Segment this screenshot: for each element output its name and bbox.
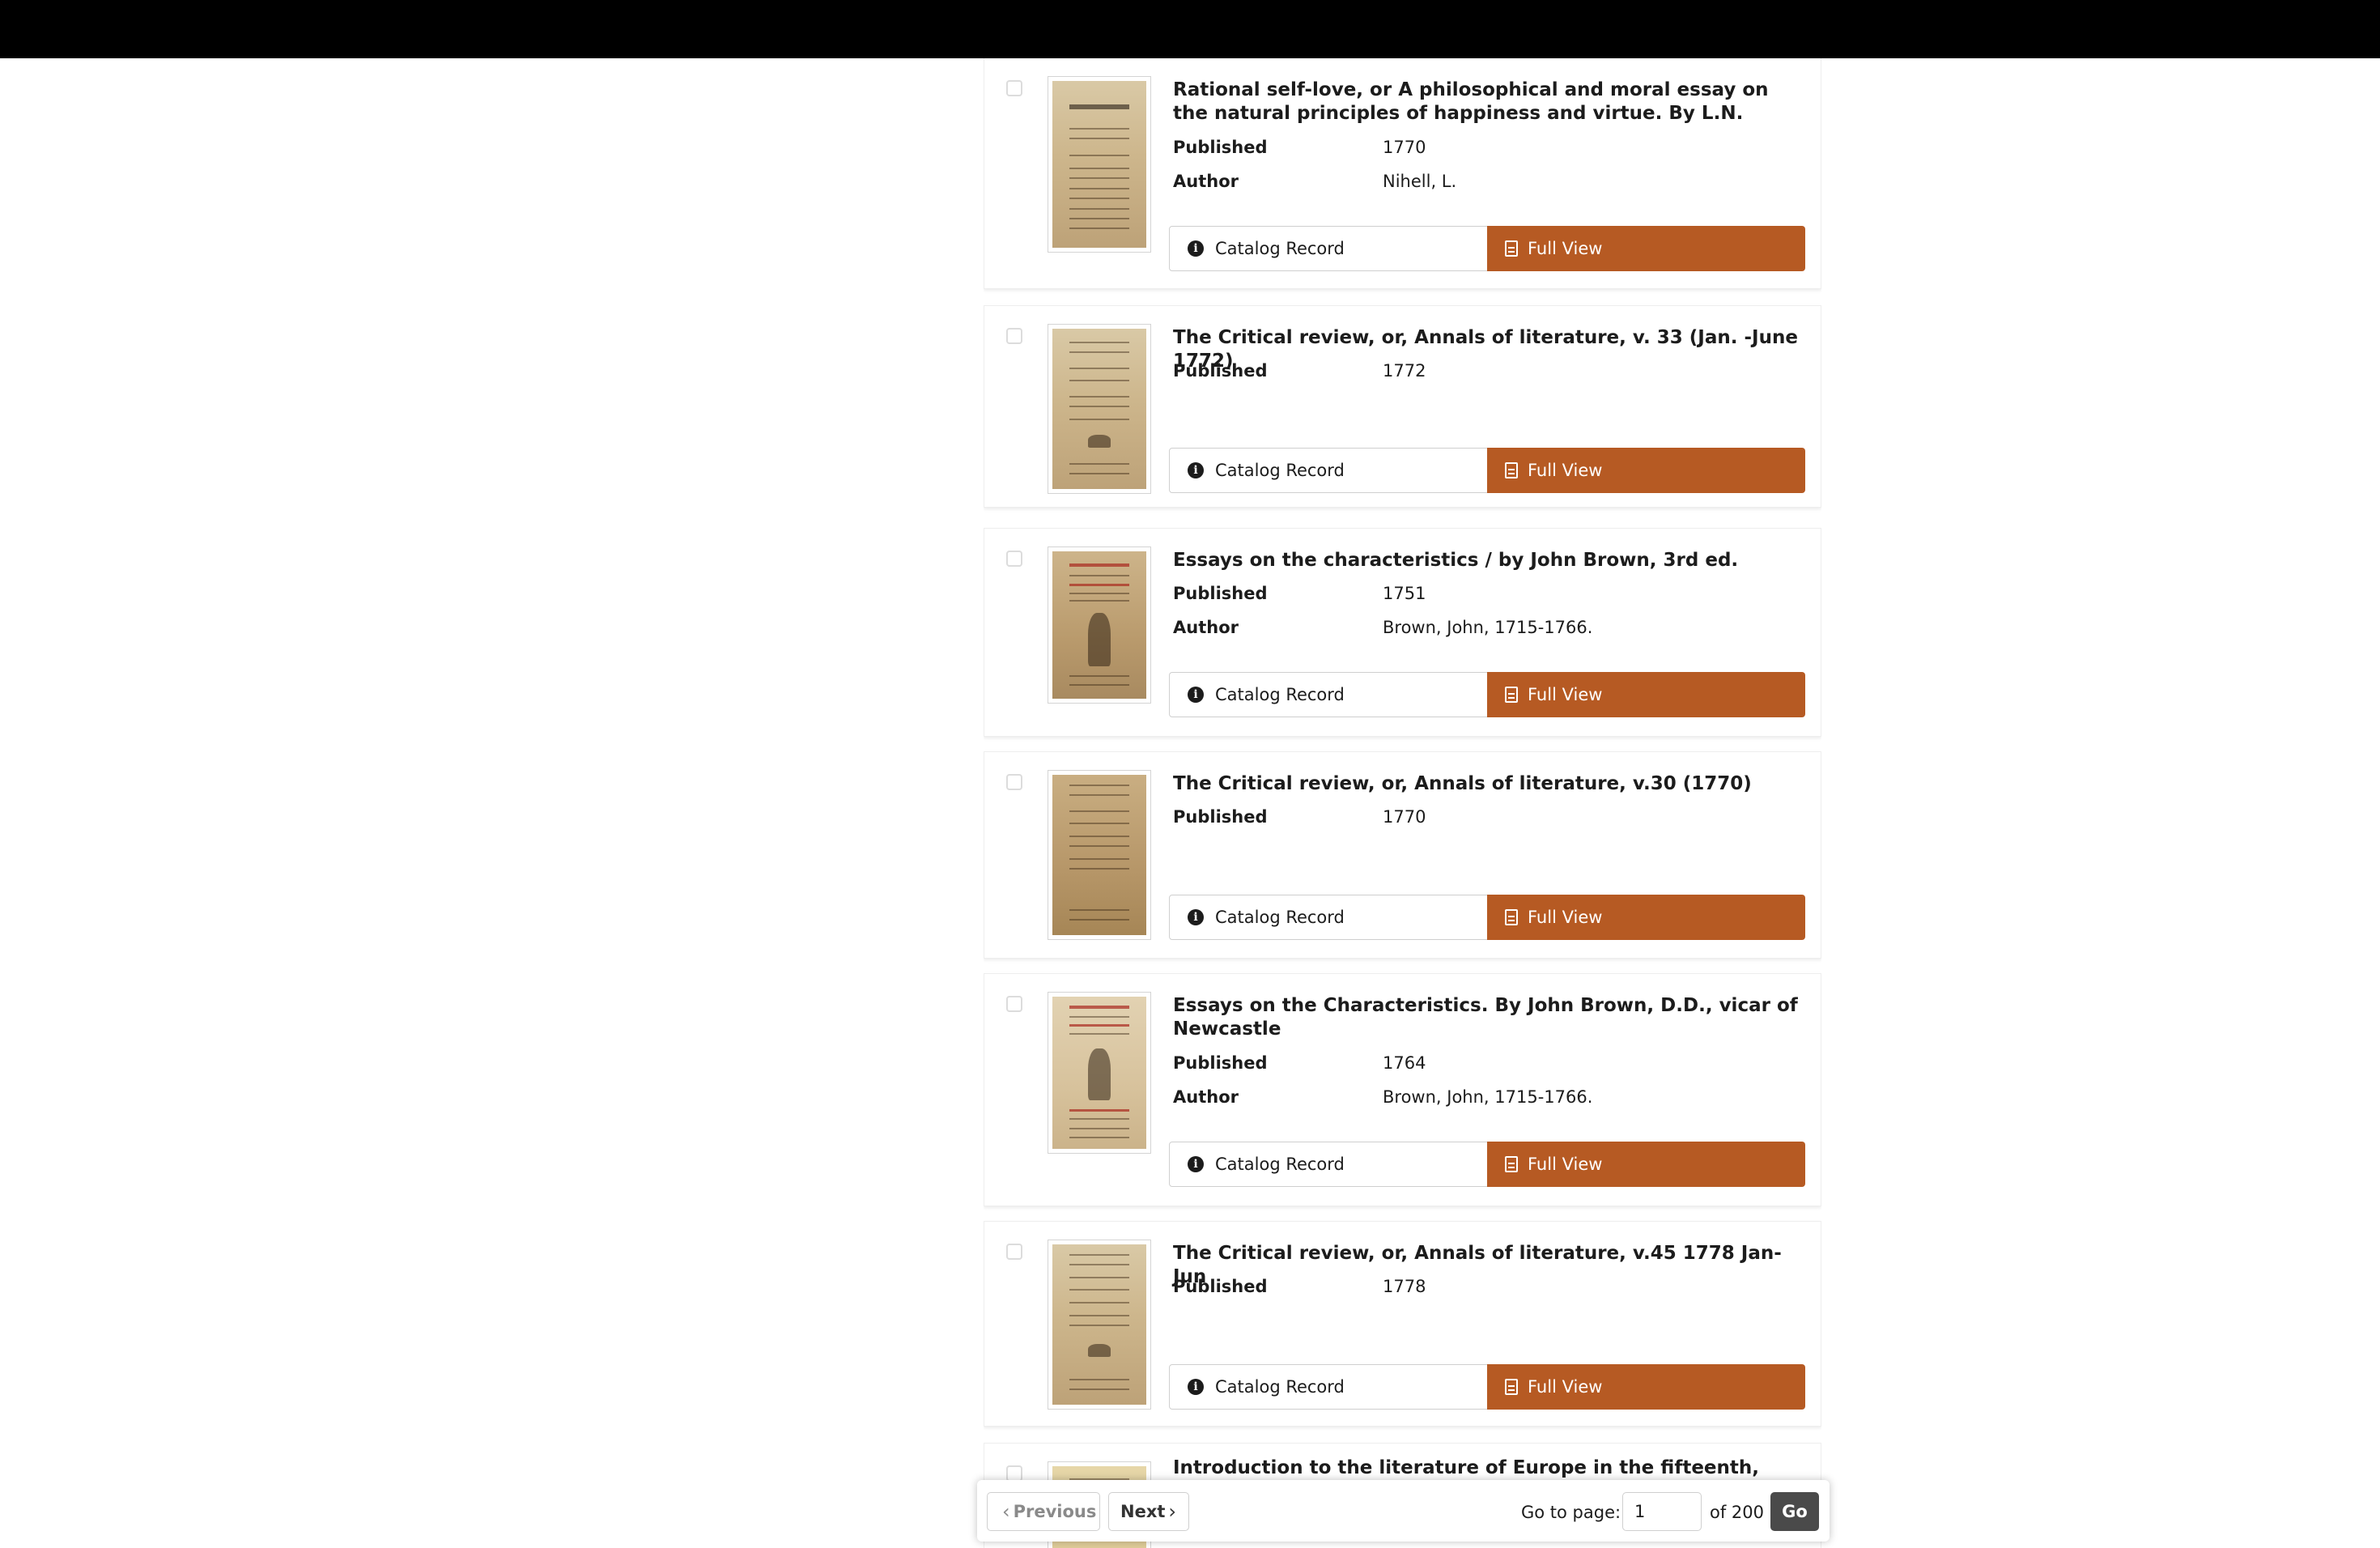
author-value: Nihell, L. [1383, 172, 1457, 191]
catalog-record-button[interactable]: i Catalog Record [1169, 895, 1488, 940]
result-select-checkbox[interactable] [1006, 996, 1022, 1012]
full-view-button[interactable]: Full View [1487, 226, 1805, 271]
full-view-label: Full View [1528, 1155, 1603, 1174]
result-select-checkbox[interactable] [1006, 1465, 1022, 1482]
info-circle-icon: i [1188, 1379, 1204, 1395]
book-cover-image [1052, 81, 1146, 248]
book-cover-image [1052, 1244, 1146, 1405]
catalog-record-button[interactable]: i Catalog Record [1169, 1142, 1488, 1187]
page-number-input[interactable] [1622, 1492, 1702, 1531]
document-icon [1505, 687, 1518, 703]
author-label: Author [1173, 618, 1239, 637]
total-pages-label: of 200 [1710, 1503, 1764, 1522]
previous-page-button[interactable]: ‹ Previous [987, 1492, 1100, 1531]
published-value: 1751 [1383, 584, 1426, 603]
full-view-label: Full View [1528, 908, 1603, 927]
full-view-button[interactable]: Full View [1487, 1142, 1805, 1187]
info-circle-icon: i [1188, 462, 1204, 478]
book-thumbnail[interactable] [1048, 770, 1151, 940]
result-title[interactable]: Essays on the Characteristics. By John B… [1173, 994, 1804, 1041]
catalog-record-label: Catalog Record [1215, 239, 1345, 258]
book-thumbnail[interactable] [1048, 76, 1151, 253]
chevron-right-icon: › [1168, 1500, 1177, 1523]
book-thumbnail[interactable] [1048, 992, 1151, 1154]
author-label: Author [1173, 172, 1239, 191]
pagination-bar: ‹ Previous Next › Go to page: of 200 Go [977, 1480, 1830, 1542]
book-cover-image [1052, 551, 1146, 699]
catalog-record-label: Catalog Record [1215, 1377, 1345, 1397]
result-card: The Critical review, or, Annals of liter… [984, 305, 1821, 508]
result-title[interactable]: Rational self-love, or A philosophical a… [1173, 79, 1804, 125]
top-bar [0, 0, 2380, 58]
full-view-label: Full View [1528, 239, 1603, 258]
full-view-label: Full View [1528, 461, 1603, 480]
published-label: Published [1173, 361, 1268, 381]
info-circle-icon: i [1188, 909, 1204, 925]
full-view-button[interactable]: Full View [1487, 448, 1805, 493]
result-card: Rational self-love, or A philosophical a… [984, 58, 1821, 289]
document-icon [1505, 1379, 1518, 1395]
document-icon [1505, 462, 1518, 478]
full-view-button[interactable]: Full View [1487, 895, 1805, 940]
go-button[interactable]: Go [1770, 1492, 1819, 1531]
published-value: 1770 [1383, 138, 1426, 157]
full-view-button[interactable]: Full View [1487, 1364, 1805, 1410]
document-icon [1505, 909, 1518, 925]
published-label: Published [1173, 584, 1268, 603]
result-card: Essays on the Characteristics. By John B… [984, 973, 1821, 1206]
book-thumbnail[interactable] [1048, 546, 1151, 704]
published-label: Published [1173, 138, 1268, 157]
published-label: Published [1173, 1277, 1268, 1296]
book-cover-image [1052, 329, 1146, 489]
catalog-record-label: Catalog Record [1215, 685, 1345, 704]
catalog-record-button[interactable]: i Catalog Record [1169, 672, 1488, 717]
author-value: Brown, John, 1715-1766. [1383, 1087, 1593, 1107]
result-title[interactable]: The Critical review, or, Annals of liter… [1173, 1242, 1804, 1289]
document-icon [1505, 1156, 1518, 1172]
search-results-list: Rational self-love, or A philosophical a… [984, 58, 1821, 1548]
info-circle-icon: i [1188, 1156, 1204, 1172]
result-card: Essays on the characteristics / by John … [984, 528, 1821, 737]
result-card: The Critical review, or, Annals of liter… [984, 1221, 1821, 1427]
catalog-record-button[interactable]: i Catalog Record [1169, 448, 1488, 493]
result-card: The Critical review, or, Annals of liter… [984, 751, 1821, 959]
result-title[interactable]: The Critical review, or, Annals of liter… [1173, 326, 1804, 373]
info-circle-icon: i [1188, 687, 1204, 703]
published-value: 1770 [1383, 807, 1426, 827]
catalog-record-label: Catalog Record [1215, 1155, 1345, 1174]
previous-label: Previous [1013, 1502, 1097, 1521]
info-circle-icon: i [1188, 240, 1204, 257]
full-view-label: Full View [1528, 685, 1603, 704]
catalog-record-button[interactable]: i Catalog Record [1169, 226, 1488, 271]
result-select-checkbox[interactable] [1006, 328, 1022, 344]
book-thumbnail[interactable] [1048, 1240, 1151, 1410]
next-page-button[interactable]: Next › [1108, 1492, 1189, 1531]
go-to-page-label: Go to page: [1521, 1503, 1621, 1522]
published-label: Published [1173, 807, 1268, 827]
result-select-checkbox[interactable] [1006, 80, 1022, 96]
full-view-button[interactable]: Full View [1487, 672, 1805, 717]
book-cover-image [1052, 775, 1146, 935]
result-title[interactable]: The Critical review, or, Annals of liter… [1173, 772, 1804, 796]
book-cover-image [1052, 997, 1146, 1149]
full-view-label: Full View [1528, 1377, 1603, 1397]
chevron-left-icon: ‹ [1002, 1500, 1010, 1523]
document-icon [1505, 240, 1518, 257]
book-thumbnail[interactable] [1048, 324, 1151, 494]
published-label: Published [1173, 1053, 1268, 1073]
result-select-checkbox[interactable] [1006, 1244, 1022, 1260]
result-title[interactable]: Essays on the characteristics / by John … [1173, 549, 1804, 572]
published-value: 1778 [1383, 1277, 1426, 1296]
author-value: Brown, John, 1715-1766. [1383, 618, 1593, 637]
author-label: Author [1173, 1087, 1239, 1107]
result-select-checkbox[interactable] [1006, 551, 1022, 567]
published-value: 1764 [1383, 1053, 1426, 1073]
catalog-record-label: Catalog Record [1215, 908, 1345, 927]
result-select-checkbox[interactable] [1006, 774, 1022, 790]
catalog-record-label: Catalog Record [1215, 461, 1345, 480]
catalog-record-button[interactable]: i Catalog Record [1169, 1364, 1488, 1410]
published-value: 1772 [1383, 361, 1426, 381]
next-label: Next [1120, 1502, 1166, 1521]
